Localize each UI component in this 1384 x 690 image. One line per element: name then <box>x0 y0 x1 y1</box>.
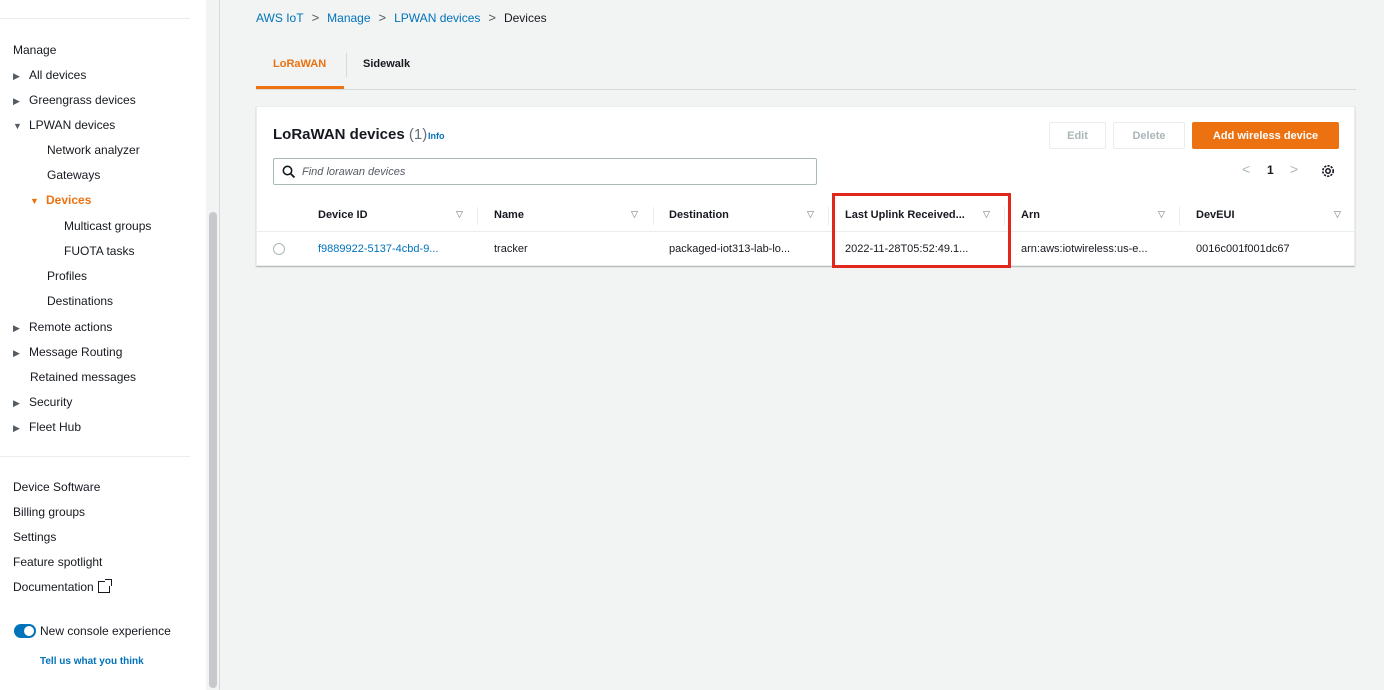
column-header-device-id[interactable]: Device ID <box>318 209 368 221</box>
caret-right-icon: ▶ <box>13 96 20 106</box>
breadcrumb-manage[interactable]: Manage <box>327 11 370 25</box>
page-number[interactable]: 1 <box>1267 163 1274 177</box>
tab-active-indicator <box>256 86 344 89</box>
caret-right-icon: ▶ <box>13 423 20 433</box>
cell-name: tracker <box>494 243 528 255</box>
sidebar-item-label: LPWAN devices <box>29 118 116 132</box>
sidebar-divider-top <box>0 18 190 19</box>
search-input[interactable] <box>302 161 802 182</box>
new-console-label: New console experience <box>40 624 171 638</box>
sort-icon[interactable]: ▽ <box>807 209 814 220</box>
add-wireless-device-button[interactable]: Add wireless device <box>1192 122 1339 149</box>
sidebar-item-label: Security <box>29 395 73 409</box>
sidebar-heading-manage: Manage <box>13 43 57 57</box>
sidebar-item-label: Fleet Hub <box>29 420 82 434</box>
chevron-right-icon[interactable]: > <box>1290 161 1298 177</box>
sidebar-item-security[interactable]: ▶ Security <box>13 395 72 409</box>
tab-lorawan[interactable]: LoRaWAN <box>273 58 326 70</box>
sidebar-item-fleet-hub[interactable]: ▶ Fleet Hub <box>13 420 81 434</box>
column-header-arn[interactable]: Arn <box>1021 209 1040 221</box>
sidebar-item-lpwan-devices[interactable]: ▼ LPWAN devices <box>13 118 115 132</box>
tab-sidewalk[interactable]: Sidewalk <box>363 58 410 70</box>
caret-right-icon: ▶ <box>13 398 20 408</box>
sidebar-item-destinations[interactable]: Destinations <box>47 294 113 308</box>
tab-bar: LoRaWAN Sidewalk <box>256 50 1356 90</box>
sidebar-item-label: Devices <box>46 193 92 207</box>
row-select-radio[interactable] <box>273 243 285 255</box>
table-header: Device ID ▽ Name ▽ Destination ▽ Last Up… <box>257 198 1354 232</box>
sidebar-item-retained-messages[interactable]: Retained messages <box>30 370 136 384</box>
caret-right-icon: ▶ <box>13 71 20 81</box>
breadcrumb-chevron-icon: > <box>488 10 496 25</box>
sidebar-item-fuota-tasks[interactable]: FUOTA tasks <box>64 244 134 258</box>
feedback-link[interactable]: Tell us what you think <box>40 656 144 667</box>
sort-icon[interactable]: ▽ <box>1158 209 1165 220</box>
sidebar-link-feature-spotlight[interactable]: Feature spotlight <box>13 555 102 569</box>
edit-button[interactable]: Edit <box>1049 122 1106 149</box>
caret-right-icon: ▶ <box>13 323 20 333</box>
delete-button[interactable]: Delete <box>1113 122 1185 149</box>
sidebar-item-devices[interactable]: ▼ Devices <box>30 193 91 207</box>
column-header-deveui[interactable]: DevEUI <box>1196 209 1235 221</box>
column-header-name[interactable]: Name <box>494 209 524 221</box>
tab-divider <box>346 53 347 77</box>
column-divider <box>828 207 829 225</box>
gear-icon[interactable] <box>1320 163 1336 179</box>
chevron-left-icon[interactable]: < <box>1242 161 1250 177</box>
breadcrumb-chevron-icon: > <box>311 10 320 25</box>
sidebar-divider <box>0 456 190 457</box>
column-divider <box>477 207 478 225</box>
cell-destination: packaged-iot313-lab-lo... <box>669 243 791 255</box>
sidebar-item-greengrass-devices[interactable]: ▶ Greengrass devices <box>13 93 136 107</box>
sidebar-item-remote-actions[interactable]: ▶ Remote actions <box>13 320 112 334</box>
sidebar-link-billing-groups[interactable]: Billing groups <box>13 505 85 519</box>
new-console-toggle[interactable] <box>14 624 36 638</box>
breadcrumb-lpwan-devices[interactable]: LPWAN devices <box>394 11 480 25</box>
table-row[interactable]: f9889922-5137-4cbd-9... tracker packaged… <box>257 232 1354 265</box>
column-header-destination[interactable]: Destination <box>669 209 729 221</box>
breadcrumb-current: Devices <box>503 10 547 25</box>
column-divider <box>653 207 654 225</box>
sidebar-item-multicast-groups[interactable]: Multicast groups <box>64 219 151 233</box>
sidebar-item-label: Greengrass devices <box>29 93 136 107</box>
lorawan-devices-panel: LoRaWAN devices (1) Info Edit Delete Add… <box>256 106 1355 266</box>
breadcrumb: AWS IoT > Manage > LPWAN devices > Devic… <box>256 10 547 25</box>
documentation-label: Documentation <box>13 580 94 594</box>
sidebar-link-device-software[interactable]: Device Software <box>13 480 100 494</box>
sidebar-link-documentation[interactable]: Documentation <box>13 579 112 594</box>
device-count: (1) <box>408 126 428 143</box>
panel-title: LoRaWAN devices (1) <box>273 126 427 143</box>
sidebar-item-label: Message Routing <box>29 345 123 359</box>
caret-right-icon: ▶ <box>13 348 20 358</box>
sidebar-item-all-devices[interactable]: ▶ All devices <box>13 68 86 82</box>
sidebar: Manage ▶ All devices ▶ Greengrass devices … <box>0 0 206 690</box>
toggle-knob <box>24 626 34 636</box>
sidebar-item-label: Remote actions <box>29 320 113 334</box>
cell-deveui: 0016c001f001dc67 <box>1196 243 1290 255</box>
info-link[interactable]: Info <box>428 131 445 141</box>
caret-down-icon: ▼ <box>30 196 39 206</box>
breadcrumb-chevron-icon: > <box>378 10 387 25</box>
sidebar-item-label: All devices <box>29 68 87 82</box>
sidebar-item-network-analyzer[interactable]: Network analyzer <box>47 143 140 157</box>
search-field[interactable] <box>273 158 817 185</box>
sidebar-item-gateways[interactable]: Gateways <box>47 168 100 182</box>
sidebar-scrollbar-thumb[interactable] <box>209 212 217 688</box>
external-link-icon <box>97 579 112 593</box>
sidebar-item-message-routing[interactable]: ▶ Message Routing <box>13 345 122 359</box>
cell-arn: arn:aws:iotwireless:us-e... <box>1021 243 1148 255</box>
sort-icon[interactable]: ▽ <box>631 209 638 220</box>
panel-title-text: LoRaWAN devices <box>273 126 405 143</box>
device-id-link[interactable]: f9889922-5137-4cbd-9... <box>318 243 438 255</box>
sort-icon[interactable]: ▽ <box>456 209 463 220</box>
search-icon <box>282 165 296 179</box>
caret-down-icon: ▼ <box>13 121 22 131</box>
breadcrumb-aws-iot[interactable]: AWS IoT <box>256 11 304 25</box>
sort-icon[interactable]: ▽ <box>1334 209 1341 220</box>
highlight-box <box>832 193 1011 268</box>
sidebar-link-settings[interactable]: Settings <box>13 530 56 544</box>
column-divider <box>1179 207 1180 225</box>
sidebar-item-profiles[interactable]: Profiles <box>47 269 87 283</box>
